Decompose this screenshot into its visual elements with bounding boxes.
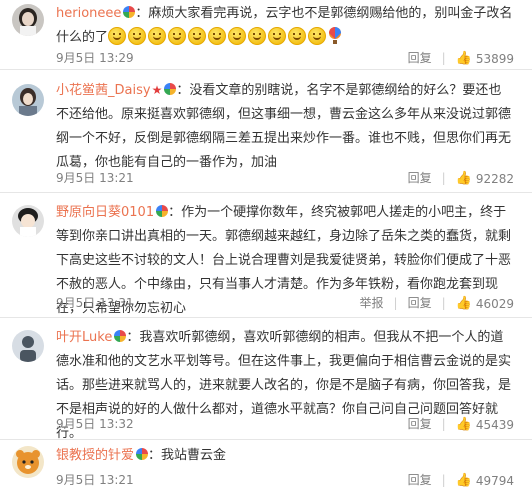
action-bar: 举报 | 回复 | 👍 46029: [360, 293, 515, 314]
avatar[interactable]: [12, 330, 44, 362]
comment-meta: 9月5日 13:32 回复 | 👍 45439: [56, 414, 514, 434]
grin-emoji-icon: [188, 27, 207, 45]
like-count: 53899: [475, 52, 514, 66]
action-bar: 回复 | 👍 49794: [408, 470, 514, 491]
comment-text: 银教授的针爱 ：我站曹云金: [56, 444, 514, 468]
like-count: 45439: [475, 418, 514, 432]
like-button[interactable]: 👍 45439: [456, 415, 514, 435]
username[interactable]: herioneee: [56, 6, 121, 21]
grin-emoji-icon: [248, 27, 267, 45]
divider: |: [441, 473, 446, 487]
like-button[interactable]: 👍 53899: [456, 49, 514, 69]
balloon-icon: [329, 27, 342, 44]
divider: |: [441, 417, 446, 431]
grin-emoji-icon: [128, 27, 147, 45]
username[interactable]: 野原向日葵0101: [56, 205, 154, 220]
thumbs-up-icon: 👍: [455, 296, 472, 311]
comment-item: 野原向日葵0101 ：作为一个硬撑你数年，终究被郭吧人搓走的小吧主，终于等到你亲口…: [0, 193, 532, 318]
username[interactable]: 银教授的针爱: [56, 448, 134, 463]
username[interactable]: 小花鲎茜_Daisy: [56, 83, 151, 98]
rainbow-badge-icon: [123, 6, 136, 18]
like-count: 46029: [475, 297, 514, 311]
rainbow-badge-icon: [136, 448, 149, 460]
grin-emoji-icon: [228, 27, 247, 45]
comment-item: herioneee ：麻烦大家看完再说，云字也不是郭德纲赐给他的，别叫金子改名什么…: [0, 0, 532, 70]
like-count: 92282: [475, 172, 514, 186]
grin-emoji-icon: [268, 27, 287, 45]
comment-text: 小花鲎茜_Daisy★ ：没看文章的别瞎说，名字不是郭德纲给的好么？要还也不还给他…: [56, 78, 514, 175]
grin-emoji-icon: [288, 27, 307, 45]
action-bar: 回复 | 👍 53899: [408, 48, 514, 69]
thumbs-up-icon: 👍: [455, 171, 472, 186]
like-count: 49794: [475, 474, 514, 488]
rainbow-badge-icon: [156, 205, 169, 217]
timestamp: 9月5日 13:29: [56, 51, 134, 65]
grin-emoji-icon: [108, 27, 127, 45]
divider: |: [393, 296, 398, 310]
avatar[interactable]: [12, 205, 44, 237]
like-button[interactable]: 👍 92282: [456, 169, 514, 189]
comment-body: ：我站曹云金: [148, 448, 227, 463]
action-bar: 回复 | 👍 45439: [408, 414, 514, 435]
timestamp: 9月5日 13:21: [56, 473, 134, 487]
report-button[interactable]: 举报: [360, 296, 384, 310]
divider: |: [441, 51, 446, 65]
comment-text: herioneee ：麻烦大家看完再说，云字也不是郭德纲赐给他的，别叫金子改名什么…: [56, 2, 514, 50]
divider: |: [441, 296, 446, 310]
grin-emoji-icon: [148, 27, 167, 45]
comment-meta: 9月5日 13:21 回复 | 👍 92282: [56, 168, 514, 188]
red-star-icon: ★: [151, 83, 163, 97]
comment-meta: 9月5日 13:29 回复 | 👍 53899: [56, 48, 514, 68]
avatar[interactable]: [12, 446, 44, 478]
action-bar: 回复 | 👍 92282: [408, 168, 514, 189]
reply-button[interactable]: 回复: [408, 417, 432, 431]
grin-emoji-icon: [168, 27, 187, 45]
comment-meta: 9月5日 13:21 回复 | 👍 49794: [56, 470, 514, 490]
rainbow-badge-icon: [114, 330, 127, 342]
thumbs-up-icon: 👍: [455, 51, 472, 66]
reply-button[interactable]: 回复: [408, 296, 432, 310]
timestamp: 9月5日 13:32: [56, 417, 134, 431]
rainbow-badge-icon: [164, 83, 177, 95]
avatar[interactable]: [12, 4, 44, 36]
timestamp: 9月5日 13:21: [56, 171, 134, 185]
reply-button[interactable]: 回复: [408, 171, 432, 185]
comment-item: 叶开Luke ：我喜欢听郭德纲，喜欢听郭德纲的相声。但我从不把一个人的道德水准和他…: [0, 318, 532, 441]
timestamp: 9月5日 13:31: [56, 296, 134, 310]
like-button[interactable]: 👍 49794: [456, 471, 514, 491]
thumbs-up-icon: 👍: [455, 417, 472, 432]
like-button[interactable]: 👍 46029: [456, 294, 514, 314]
grin-emoji-icon: [208, 27, 227, 45]
reply-button[interactable]: 回复: [408, 51, 432, 65]
username[interactable]: 叶开Luke: [56, 330, 112, 345]
divider: |: [441, 171, 446, 185]
thumbs-up-icon: 👍: [455, 473, 472, 488]
comment-meta: 9月5日 13:31 举报 | 回复 | 👍 46029: [56, 293, 514, 313]
grin-emoji-icon: [308, 27, 327, 45]
avatar[interactable]: [12, 84, 44, 116]
comment-item: 银教授的针爱 ：我站曹云金 9月5日 13:21 回复 | 👍 49794: [0, 440, 532, 500]
reply-button[interactable]: 回复: [408, 473, 432, 487]
emoji-row: [108, 27, 342, 45]
comment-item: 小花鲎茜_Daisy★ ：没看文章的别瞎说，名字不是郭德纲给的好么？要还也不还给他…: [0, 70, 532, 193]
